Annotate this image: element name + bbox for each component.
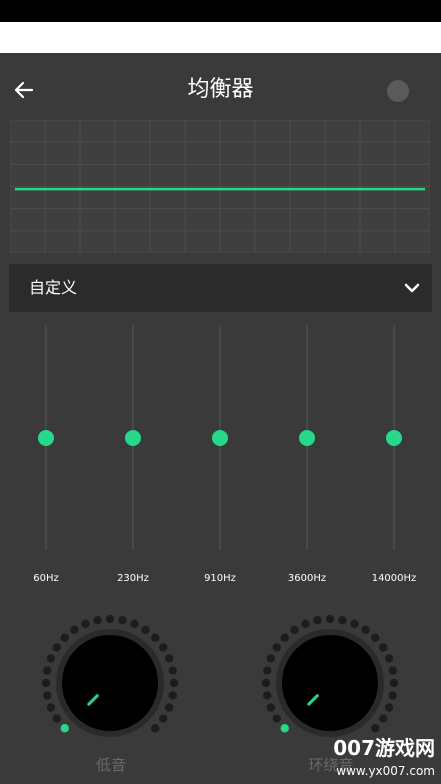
slider-thumb[interactable] [386,429,402,446]
knob-dot [168,666,177,675]
knob-dot [350,619,359,629]
bass-knob-control: 低音 [36,603,186,784]
knob-dot [338,616,347,625]
band-frequency-label: 14000Hz [371,573,417,584]
knob-dot [272,643,281,652]
knob-dot [41,678,51,688]
knob-dot [361,625,370,634]
band-230hz: 230Hz [103,325,163,595]
band-sliders: 60Hz 230Hz 910Hz 3600Hz 14000Hz [0,325,441,595]
knob-dot [371,633,380,642]
knob-dot [280,724,289,733]
knob-dot [159,714,168,723]
equalizer-screen: 均衡器 自定义 60Hz 230Hz 910Hz 3600Hz 14000Hz … [0,53,441,784]
knob-dot [384,654,394,663]
knob-dot [325,614,335,624]
knob-dot [52,643,61,652]
band-frequency-label: 230Hz [117,573,149,584]
preset-label: 自定义 [29,278,78,297]
top-banner [0,22,441,53]
band-14000hz: 14000Hz [364,325,424,595]
knob-dot [141,625,150,634]
eq-curve-canvas [10,120,430,253]
slider-thumb[interactable] [212,429,228,446]
surround-knob[interactable] [256,603,406,753]
band-60hz: 60Hz [16,325,76,595]
back-button[interactable] [10,75,40,105]
watermark-url: www.yx007.com [336,764,435,778]
slider-thumb[interactable] [125,429,141,446]
knob-dot [151,724,160,733]
knob-dot [93,616,102,625]
slider-thumb[interactable] [299,429,315,446]
knob-dot [43,666,52,675]
preset-dropdown[interactable]: 自定义 [9,264,432,312]
knob-dot [266,654,276,663]
knob-dot [263,666,272,675]
knob-dot [389,678,399,688]
knob-dot [301,619,310,629]
knob-dot [388,666,397,675]
knob-dot [164,654,174,663]
band-frequency-label: 60Hz [33,573,59,584]
knob-dot [46,703,56,712]
knob-dot [70,625,79,634]
knob-dot [60,633,69,642]
knob-dot [46,654,56,663]
knob-dot [379,643,388,652]
knob-dot [105,614,115,624]
arrow-left-icon [14,81,34,99]
band-910hz: 910Hz [190,325,250,595]
band-3600hz: 3600Hz [277,325,337,595]
knob-dot [52,714,61,723]
knob-dot [272,714,281,723]
knob-dot [81,619,90,629]
page-title: 均衡器 [187,77,254,102]
eq-curve-graph [10,120,430,253]
knob-dot [263,691,272,700]
knob-dot [388,691,397,700]
status-bar [0,0,441,22]
knob-dot [379,714,388,723]
knob-dot [60,724,69,733]
knob-dot [164,703,174,712]
knob-dot [169,678,179,688]
band-frequency-label: 910Hz [204,573,236,584]
knob-dot [371,724,380,733]
band-frequency-label: 3600Hz [287,573,327,584]
knob-body [282,635,378,731]
toolbar: 均衡器 [0,53,441,127]
knob-dot [280,633,289,642]
knob-dot [168,691,177,700]
knob-dot [290,625,299,634]
slider-thumb[interactable] [38,429,54,446]
knob-body [62,635,158,731]
knob-dot [151,633,160,642]
bass-label: 低音 [95,756,126,774]
knob-dot [159,643,168,652]
power-toggle-icon[interactable] [387,80,409,102]
knob-dot [384,703,394,712]
knob-dot [43,691,52,700]
knob-dot [130,619,139,629]
watermark: 007游戏网 www.yx007.com [326,734,441,784]
chevron-down-icon [404,283,420,293]
knob-dot [118,616,127,625]
knob-dot [261,678,271,688]
knob-dot [266,703,276,712]
watermark-title: 007游戏网 [333,736,435,760]
knob-dot [313,616,322,625]
bass-knob[interactable] [36,603,186,753]
